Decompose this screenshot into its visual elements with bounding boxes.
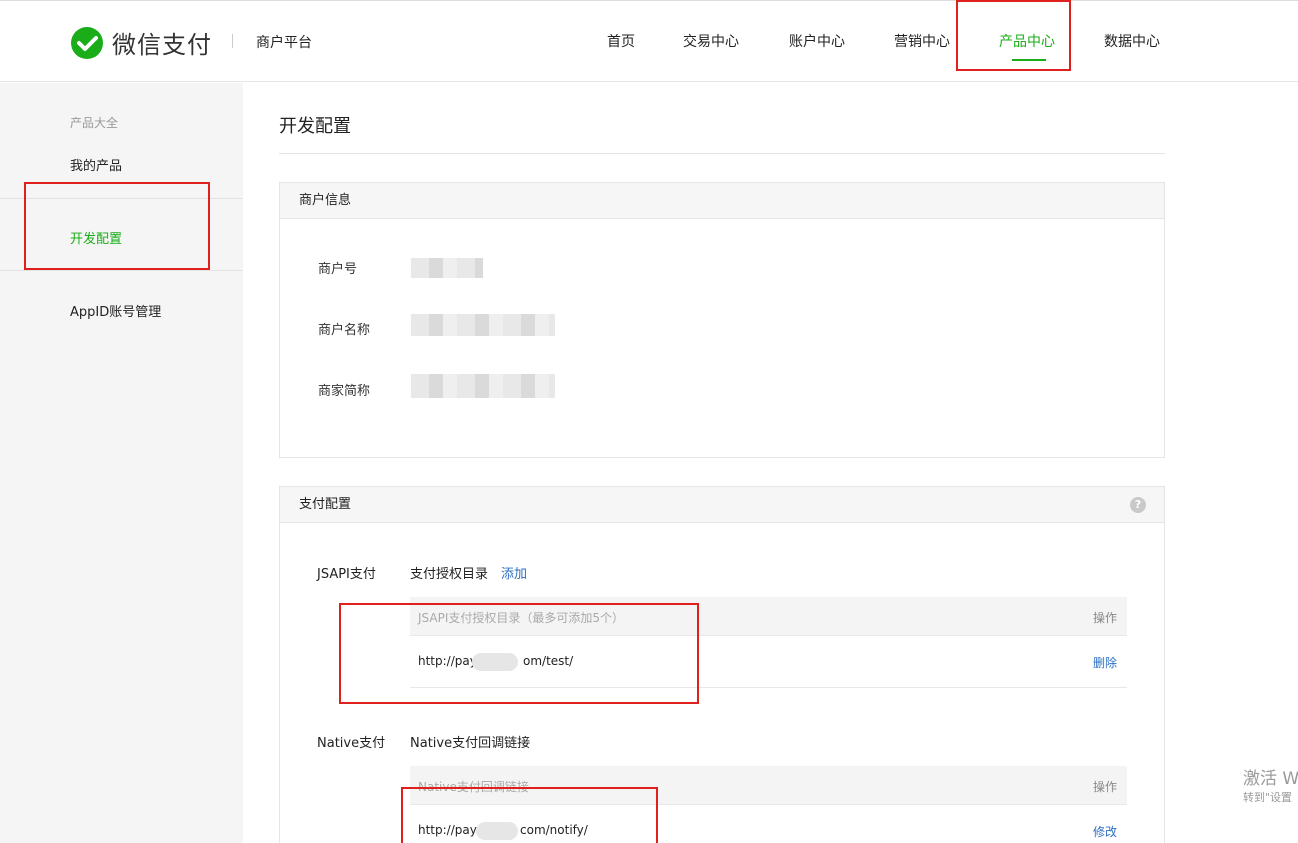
- sidebar-divider: [0, 198, 243, 199]
- nav-data-center[interactable]: 数据中心: [1104, 31, 1160, 51]
- jsapi-table-column-action: 操作: [1092, 611, 1117, 625]
- sidebar-category: 产品大全: [70, 116, 119, 130]
- jsapi-delete-link[interactable]: 删除: [1093, 654, 1117, 671]
- merchant-info-header: 商户信息: [280, 183, 1164, 219]
- logo-text: 微信支付: [112, 31, 212, 59]
- jsapi-table-row: http://pay om/test/ 删除: [410, 636, 1127, 688]
- native-url-end: com/notify/: [520, 823, 588, 837]
- merchant-id-redacted: [411, 258, 483, 278]
- sidebar-item-my-products[interactable]: 我的产品: [70, 155, 122, 174]
- page-title: 开发配置: [279, 116, 351, 137]
- sidebar-item-appid-management[interactable]: AppID账号管理: [70, 301, 161, 320]
- nav-product-center[interactable]: 产品中心: [999, 31, 1055, 51]
- native-url-redacted: [476, 822, 518, 840]
- native-pay-label: Native支付: [317, 736, 386, 751]
- sidebar-divider: [0, 270, 243, 271]
- merchant-id-label: 商户号: [318, 262, 358, 277]
- activation-watermark-title: 激活 W: [1243, 769, 1298, 789]
- jsapi-pay-label: JSAPI支付: [317, 567, 376, 582]
- jsapi-table-column-dir: JSAPI支付授权目录（最多可添加5个）: [418, 611, 624, 625]
- merchant-short-name-label: 商家简称: [318, 384, 371, 399]
- wechat-pay-logo[interactable]: 微信支付: [70, 25, 212, 60]
- activation-watermark-subtitle: 转到"设置: [1243, 791, 1293, 804]
- merchant-name-label: 商户名称: [318, 323, 371, 338]
- jsapi-table-header: JSAPI支付授权目录（最多可添加5个） 操作: [410, 597, 1127, 636]
- pay-config-header: 支付配置: [280, 487, 1164, 523]
- wechat-pay-check-icon: [71, 26, 103, 59]
- jsapi-url-end: om/test/: [523, 654, 574, 668]
- native-table-column-url: Native支付回调链接: [418, 780, 529, 794]
- merchant-info-panel: 商户信息 商户号 商户名称 商家简称: [279, 182, 1165, 458]
- nav-home[interactable]: 首页: [607, 31, 635, 51]
- nav-marketing-center[interactable]: 营销中心: [894, 31, 950, 51]
- nav-active-indicator: [1012, 59, 1046, 61]
- native-table-row: http://pay.r com/notify/ 修改: [410, 805, 1127, 843]
- platform-name: 商户平台: [256, 35, 312, 51]
- jsapi-auth-dir-label: 支付授权目录: [410, 567, 489, 582]
- jsapi-url-redacted: [472, 653, 518, 671]
- sidebar: 产品大全 我的产品 开发配置 AppID账号管理: [0, 83, 243, 843]
- nav-account-center[interactable]: 账户中心: [789, 31, 845, 51]
- jsapi-add-link[interactable]: 添加: [501, 563, 527, 582]
- merchant-name-redacted: [411, 314, 555, 336]
- pay-config-panel: 支付配置 ? JSAPI支付 支付授权目录 添加 JSAPI支付授权目录（最多可…: [279, 486, 1165, 843]
- jsapi-url-start: http://pay: [418, 654, 477, 668]
- nav-trade-center[interactable]: 交易中心: [683, 31, 739, 51]
- native-url-start: http://pay.r: [418, 823, 484, 837]
- native-table-column-action: 操作: [1092, 780, 1117, 794]
- title-divider: [279, 153, 1165, 154]
- top-header: 微信支付 商户平台 首页 交易中心 账户中心 营销中心 产品中心 数据中心: [0, 0, 1298, 82]
- sidebar-item-dev-config[interactable]: 开发配置: [70, 228, 122, 247]
- native-modify-link[interactable]: 修改: [1093, 823, 1117, 840]
- native-callback-label: Native支付回调链接: [410, 736, 531, 751]
- logo-divider: [232, 34, 233, 48]
- merchant-short-name-redacted: [411, 374, 555, 398]
- help-icon[interactable]: ?: [1130, 497, 1146, 513]
- native-table-header: Native支付回调链接 操作: [410, 766, 1127, 805]
